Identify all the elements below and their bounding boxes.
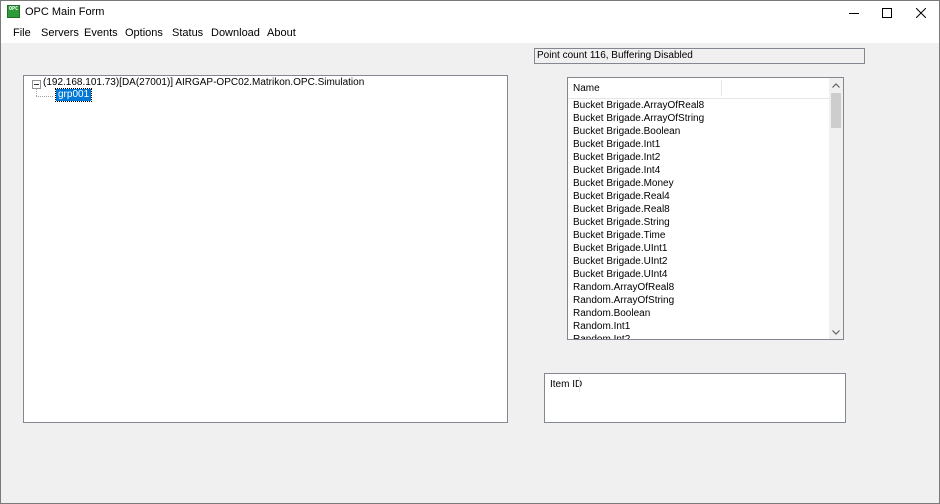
list-item[interactable]: Bucket Brigade.String [568,216,829,229]
list-item[interactable]: Bucket Brigade.Money [568,177,829,190]
menu-about[interactable]: About [267,27,296,39]
list-item[interactable]: Bucket Brigade.UInt4 [568,268,829,281]
list-item[interactable]: Bucket Brigade.Time [568,229,829,242]
list-item[interactable]: Bucket Brigade.UInt1 [568,242,829,255]
column-header-item-id[interactable]: Item ID [550,379,582,390]
menu-servers[interactable]: Servers [41,27,79,39]
vertical-scrollbar[interactable] [829,78,843,339]
scroll-down-button[interactable] [829,325,843,339]
list-item[interactable]: Random.ArrayOfReal8 [568,281,829,294]
list-item[interactable]: Bucket Brigade.Int4 [568,164,829,177]
list-item[interactable]: Random.Boolean [568,307,829,320]
menu-file[interactable]: File [13,27,31,39]
close-button[interactable] [904,1,938,24]
listview-header: Name [568,78,829,99]
tree-node-group[interactable]: grp001 [54,88,93,102]
server-tree[interactable]: (192.168.101.73)[DA(27001)] AIRGAP-OPC02… [23,75,508,423]
scroll-thumb[interactable] [831,93,841,128]
list-item[interactable]: Random.ArrayOfString [568,294,829,307]
list-item[interactable]: Bucket Brigade.Int1 [568,138,829,151]
list-item[interactable]: Bucket Brigade.Real4 [568,190,829,203]
maximize-icon [882,7,892,18]
menu-bar: File Servers Events Options Status Downl… [1,24,939,43]
minimize-icon [849,12,859,14]
menu-events[interactable]: Events [84,27,118,39]
menu-status[interactable]: Status [172,27,203,39]
list-item[interactable]: Random.Int1 [568,320,829,333]
close-icon [916,7,926,18]
scroll-up-button[interactable] [829,78,843,92]
list-item[interactable]: Bucket Brigade.ArrayOfReal8 [568,99,829,112]
tree-node-server[interactable]: (192.168.101.73)[DA(27001)] AIRGAP-OPC02… [43,77,364,88]
items-listview[interactable]: Name Bucket Brigade.ArrayOfReal8 Bucket B… [567,77,844,340]
tree-connector-horizontal [36,96,53,97]
listview-rows: Bucket Brigade.ArrayOfReal8 Bucket Brigad… [568,99,829,339]
list-item[interactable]: Bucket Brigade.Boolean [568,125,829,138]
minimize-button[interactable] [837,1,871,24]
window-title: OPC Main Form [25,6,105,18]
app-icon-text: OPC [8,6,19,12]
column-header-name[interactable]: Name [573,83,600,94]
app-icon: OPC [7,5,20,18]
chevron-up-icon [832,82,840,88]
column-separator [721,80,722,96]
list-item[interactable]: Bucket Brigade.Int2 [568,151,829,164]
main-window: OPC OPC Main Form File Servers Events Op… [0,0,940,504]
maximize-button[interactable] [870,1,904,24]
menu-download[interactable]: Download [211,27,260,39]
chevron-down-icon [832,329,840,335]
menu-options[interactable]: Options [125,27,163,39]
tree-connector [36,88,37,96]
list-item[interactable]: Bucket Brigade.ArrayOfString [568,112,829,125]
title-bar[interactable]: OPC OPC Main Form [1,1,939,24]
list-item[interactable]: Bucket Brigade.Real8 [568,203,829,216]
column-separator [579,377,580,392]
list-item[interactable]: Bucket Brigade.UInt2 [568,255,829,268]
list-item[interactable]: Random.Int2 [568,333,829,339]
status-label: Point count 116, Buffering Disabled [534,48,865,64]
item-id-listview[interactable]: Item ID [544,373,846,423]
